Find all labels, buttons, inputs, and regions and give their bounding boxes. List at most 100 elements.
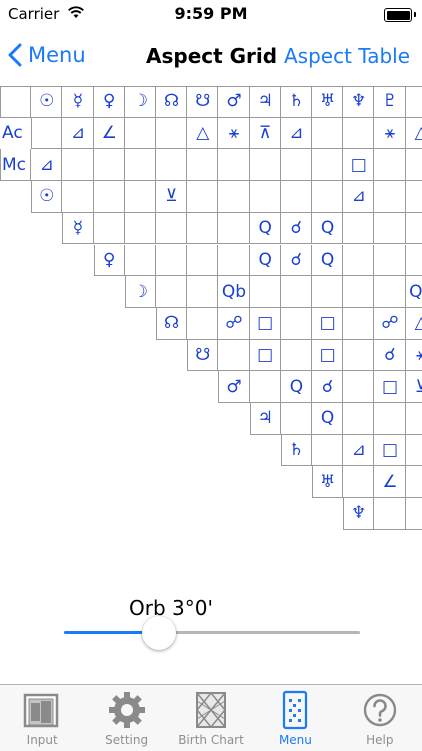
aspect-symbol: ☌	[290, 218, 303, 239]
grid-cell	[156, 149, 188, 182]
grid-cell	[312, 181, 344, 213]
grid-row-label: Mc	[2, 154, 27, 175]
grid-cell	[187, 307, 219, 340]
grid-cell	[312, 117, 344, 150]
grid-row-label: ☊	[164, 313, 180, 334]
grid-cell	[280, 307, 312, 340]
aspect-table-button[interactable]: Aspect Table	[284, 44, 410, 68]
orb-slider[interactable]	[64, 616, 360, 650]
grid-cell	[93, 149, 125, 182]
aspect-grid: ☉ ☿ ♀ ☽ ☊ ☋ ♂ ♃ ♄ ♅ ♆ ♇ Ac Mc ☉ ☿ ♀ ☽ ☊ ☋ ♂ ♃ ♄ ♅ ♆ ⊿ ∠ △ ⚹ ⊼ ⊿ ⚹ △ ⊿ □ ⊻ ⊿ Q…	[0, 86, 422, 531]
grid-cell	[218, 149, 250, 182]
tab-setting-label: Setting	[105, 733, 149, 747]
aspect-symbol: □	[257, 344, 274, 365]
grid-row-label: ♂	[226, 376, 242, 397]
grid-cell	[124, 244, 156, 277]
back-button[interactable]: Menu	[8, 38, 86, 72]
tab-birth-chart-label: Birth Chart	[178, 733, 244, 747]
tab-bar: Input Setting Birth Chart Menu Help	[0, 684, 422, 751]
aspect-symbol: ⚹	[228, 123, 240, 144]
chevron-left-icon	[8, 43, 22, 67]
tab-menu[interactable]: Menu	[253, 685, 337, 751]
aspect-symbol: Q	[258, 249, 272, 270]
grid-cell	[343, 466, 375, 499]
input-icon	[23, 693, 59, 728]
tab-help-label: Help	[366, 733, 394, 747]
grid-cell	[218, 339, 250, 372]
slider-thumb[interactable]	[141, 616, 176, 650]
grid-cell	[405, 403, 422, 435]
grid-header-label: ♄	[288, 91, 305, 112]
grid-cell	[343, 244, 375, 277]
grid-cell	[312, 276, 344, 308]
grid-cell	[218, 244, 250, 277]
grid-cell	[31, 117, 63, 150]
grid-header-label: ☊	[164, 91, 180, 112]
grid-cell	[124, 149, 156, 182]
grid-cell	[249, 276, 281, 308]
orb-label: Orb 3°0'	[129, 596, 213, 620]
grid-row-label: ♅	[319, 471, 336, 492]
grid-row-label: ♃	[257, 408, 273, 429]
grid-cell	[343, 307, 375, 340]
aspect-symbol: □	[319, 344, 336, 365]
grid-cell	[187, 149, 219, 182]
grid-cell	[249, 371, 281, 403]
aspect-symbol: Q	[320, 218, 335, 239]
grid-row-label: ☉	[39, 186, 55, 207]
aspect-symbol: ⊿	[70, 123, 86, 144]
grid-header-label: ☋	[195, 91, 211, 112]
grid-cell	[280, 339, 312, 372]
grid-cell	[343, 212, 375, 245]
grid-cell	[124, 117, 156, 150]
aspect-symbol: □	[350, 154, 367, 175]
grid-cell	[374, 212, 406, 245]
grid-cell	[343, 117, 375, 150]
tab-help[interactable]: Help	[338, 685, 422, 751]
aspect-symbol: △	[196, 123, 210, 144]
tab-input-label: Input	[26, 733, 58, 747]
aspect-symbol: Q	[258, 218, 272, 239]
grid-row-label: ☿	[72, 218, 84, 239]
aspect-symbol: ☍	[381, 313, 399, 334]
aspect-symbol: □	[381, 440, 399, 461]
grid-cell	[405, 213, 422, 245]
grid-cell	[312, 434, 344, 467]
aspect-symbol: ☌	[384, 344, 396, 365]
menu-icon	[283, 690, 308, 730]
status-bar: Carrier 9:59 PM	[0, 0, 422, 28]
grid-cell	[124, 181, 156, 213]
grid-cell	[62, 149, 94, 182]
aspect-symbol: □	[257, 313, 274, 334]
aspect-symbol: ⊿	[351, 440, 366, 461]
aspect-symbol: ⊼	[258, 123, 272, 144]
aspect-symbol: ☌	[290, 249, 303, 270]
grid-row-label: Ac	[2, 123, 23, 144]
tab-birth-chart[interactable]: Birth Chart	[169, 685, 253, 751]
grid-cell	[374, 403, 406, 435]
grid-cell	[249, 181, 281, 213]
grid-cell	[156, 212, 188, 245]
grid-header-label: ♇	[382, 91, 398, 112]
aspect-symbol: ☍	[225, 313, 243, 334]
back-button-label: Menu	[28, 43, 86, 67]
aspect-symbol: Q	[289, 376, 304, 397]
grid-cell	[62, 181, 94, 213]
tab-input[interactable]: Input	[0, 685, 84, 751]
aspect-symbol: Qb	[409, 281, 422, 302]
grid-header-label: ☽	[132, 91, 149, 112]
grid-cell	[405, 466, 422, 499]
grid-cell	[187, 181, 219, 213]
help-icon	[363, 693, 397, 727]
grid-cell	[312, 149, 344, 182]
grid-cell	[280, 276, 312, 308]
grid-cell	[187, 244, 219, 277]
grid-cell	[343, 276, 375, 308]
grid-cell	[249, 149, 281, 182]
grid-cell	[156, 276, 188, 308]
tab-setting[interactable]: Setting	[84, 685, 168, 751]
birth-chart-icon	[196, 691, 227, 729]
grid-row-label: ☽	[132, 281, 149, 302]
grid-row-label: ☋	[195, 344, 211, 365]
grid-cell	[93, 181, 125, 213]
